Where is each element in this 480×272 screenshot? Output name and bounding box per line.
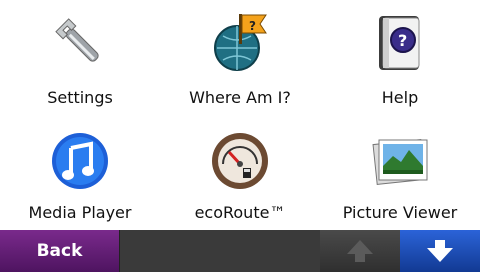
menu-label: Picture Viewer [342, 203, 458, 222]
bottom-toolbar: Back [0, 230, 480, 272]
menu-item-media-player[interactable]: Media Player [0, 0, 160, 222]
arrow-down-icon [427, 240, 453, 262]
menu-label: Media Player [28, 203, 132, 222]
menu-item-picture-viewer[interactable]: Picture Viewer [320, 0, 480, 222]
scroll-up-button[interactable] [320, 230, 400, 272]
menu-label: ecoRoute™ [194, 203, 286, 222]
arrow-up-icon [347, 240, 373, 262]
fuel-gauge-icon [212, 133, 268, 189]
main-menu-grid: Settings ? Where Am I? ? Help Media Play… [0, 0, 480, 230]
scroll-down-button[interactable] [400, 230, 480, 272]
back-button[interactable]: Back [0, 230, 120, 272]
menu-item-ecoroute[interactable]: ecoRoute™ [160, 0, 320, 222]
picture-icon [372, 139, 428, 185]
music-note-icon [52, 133, 108, 189]
